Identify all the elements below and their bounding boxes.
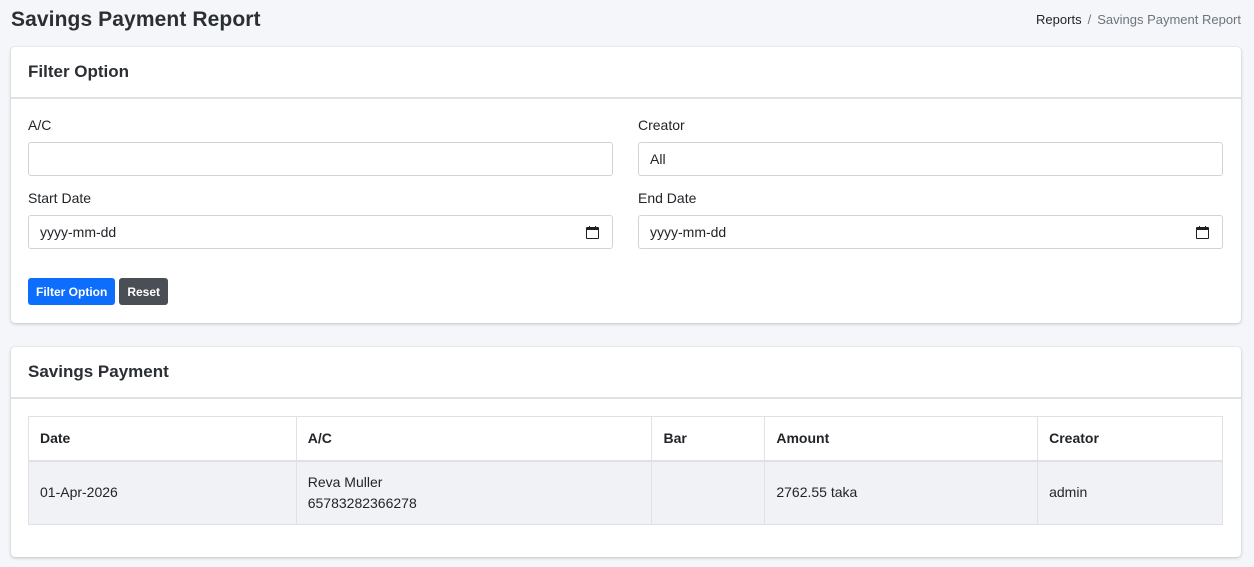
cell-creator: admin (1037, 460, 1223, 525)
ac-label: A/C (28, 117, 52, 133)
end-date-input[interactable]: yyyy-mm-dd (638, 215, 1223, 249)
column-header-creator: Creator (1037, 416, 1223, 462)
column-header-date: Date (28, 416, 297, 462)
breadcrumb: Reports / Savings Payment Report (1036, 12, 1241, 27)
filter-card: Filter Option A/C Creator All Start Date… (11, 47, 1241, 323)
creator-label: Creator (638, 117, 685, 133)
page-title: Savings Payment Report (11, 8, 261, 31)
breadcrumb-separator: / (1087, 11, 1092, 27)
start-date-form-group: Start Date yyyy-mm-dd (28, 190, 613, 249)
column-header-amount: Amount (764, 416, 1039, 462)
breadcrumb-current: Savings Payment Report (1097, 11, 1241, 27)
account-number: 65783282366278 (307, 494, 417, 511)
table-wrapper: Date A/C Bar Amount Creator 01-Apr-2026 … (28, 416, 1223, 525)
creator-select[interactable]: All (638, 142, 1223, 176)
savings-payment-title: Savings Payment (28, 362, 169, 381)
ac-form-group: A/C (28, 117, 613, 176)
cell-ac: Reva Muller 65783282366278 (295, 460, 653, 525)
end-date-placeholder: yyyy-mm-dd (650, 224, 727, 240)
calendar-icon[interactable] (1196, 225, 1209, 239)
page-header: Savings Payment Report Reports / Savings… (11, 0, 1241, 40)
ac-input[interactable] (28, 142, 613, 176)
creator-form-group: Creator All (638, 117, 1223, 176)
start-date-input[interactable]: yyyy-mm-dd (28, 215, 613, 249)
cell-bar (651, 460, 766, 525)
savings-payment-card-header: Savings Payment (11, 347, 1241, 399)
savings-payment-card: Savings Payment Date A/C Bar Amount Crea… (11, 347, 1241, 557)
savings-payment-table: Date A/C Bar Amount Creator 01-Apr-2026 … (28, 416, 1223, 525)
end-date-form-group: End Date yyyy-mm-dd (638, 190, 1223, 249)
start-date-placeholder: yyyy-mm-dd (40, 224, 117, 240)
filter-actions: Filter Option Reset (28, 278, 169, 305)
filter-option-button[interactable]: Filter Option (28, 278, 116, 305)
table-header-row: Date A/C Bar Amount Creator (28, 416, 1223, 462)
filter-card-header: Filter Option (11, 47, 1241, 99)
account-name: Reva Muller (307, 473, 383, 490)
calendar-icon[interactable] (586, 225, 599, 239)
creator-selected-value: All (650, 151, 666, 167)
column-header-bar: Bar (651, 416, 766, 462)
cell-amount: 2762.55 taka (764, 460, 1039, 525)
cell-date: 01-Apr-2026 (28, 460, 297, 525)
reset-button[interactable]: Reset (119, 278, 169, 305)
breadcrumb-reports-link[interactable]: Reports (1036, 12, 1082, 27)
start-date-label: Start Date (28, 190, 92, 206)
filter-card-title: Filter Option (28, 62, 130, 81)
table-row: 01-Apr-2026 Reva Muller 65783282366278 2… (28, 460, 1223, 525)
filter-form: A/C Creator All Start Date yyyy-mm-dd En… (28, 117, 1223, 249)
column-header-ac: A/C (295, 416, 653, 462)
end-date-label: End Date (638, 190, 697, 206)
